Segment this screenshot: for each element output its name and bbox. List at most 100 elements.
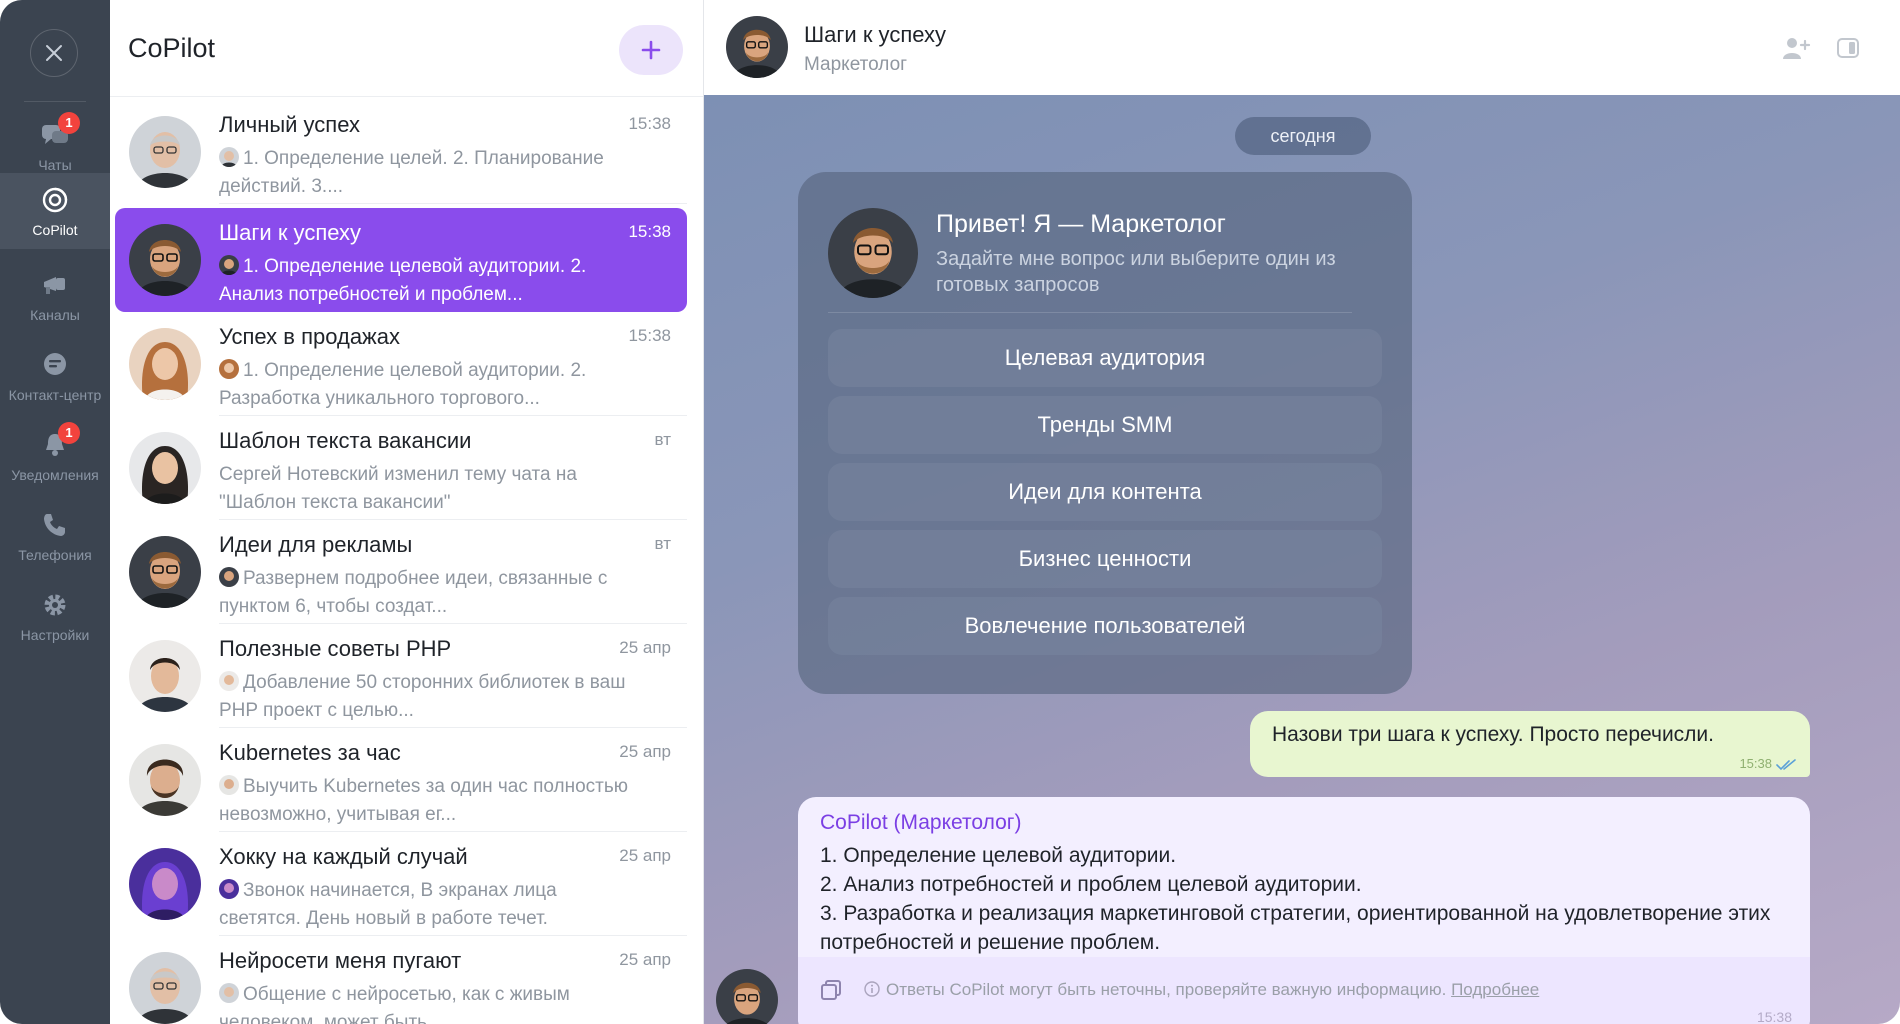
message-line: 3. Разработка и реализация маркетинговой… [820,902,1771,954]
mini-avatar [219,567,239,587]
mini-avatar [219,255,239,275]
chat-list-panel: CoPilot Личный успех 15:38 1. Определени… [110,0,704,1024]
chat-name: Идеи для рекламы [219,532,413,557]
add-user-button[interactable] [1780,32,1812,64]
chat-preview: 1. Определение целевой аудитории. 2. Раз… [219,357,639,413]
rail-label-telephony: Телефония [18,546,92,563]
chat-time: 15:38 [628,326,671,345]
avatar [828,208,918,298]
rail-item-settings[interactable]: Настройки [0,578,110,654]
chat-list-item[interactable]: Идеи для рекламы вт Развернем подробнее … [115,520,687,624]
copy-icon[interactable] [820,979,842,1001]
rail-item-copilot[interactable]: CoPilot [0,173,110,249]
message-area[interactable]: сегодня Привет! Я — Маркетолог Задайте м… [704,95,1900,1024]
disclaimer-text: Ответы CoPilot могут быть неточны, прове… [886,980,1447,999]
close-button[interactable] [30,29,78,77]
rail-item-channels[interactable]: Каналы [0,258,110,334]
avatar [129,744,201,816]
avatar [129,432,201,504]
rail-label-notifications: Уведомления [11,466,99,483]
avatar [129,224,201,296]
chat-preview: 1. Определение целей. 2. Планирование де… [219,145,639,201]
chat-name: Шаблон текста вакансии [219,428,472,453]
chat-preview-text: Общение с нейросетью, как с живым челове… [219,984,570,1024]
avatar [129,848,201,920]
incoming-message[interactable]: CoPilot (Маркетолог) 1. Определение целе… [798,797,1810,1024]
message-time: 15:38 [1756,1009,1792,1024]
prompt-button-smm-trends[interactable]: Тренды SMM [828,396,1382,454]
rail-divider [24,101,86,102]
chat-bubbles-icon: 1 [40,111,80,150]
date-separator: сегодня [1235,117,1371,155]
chat-list-item[interactable]: Шаблон текста вакансии вт Сергей Нотевск… [115,416,687,520]
rail-label-settings: Настройки [20,626,90,643]
chat-time: 25 апр [619,742,671,761]
welcome-title: Привет! Я — Маркетолог [936,210,1226,238]
close-icon [46,45,62,61]
rail-item-telephony[interactable]: Телефония [0,498,110,574]
left-rail: 1 Чаты CoPilot Каналы Контакт-центр 1 Ув… [0,0,110,1024]
avatar [716,969,778,1024]
avatar [129,116,201,188]
prompt-button-user-engagement[interactable]: Вовлечение пользователей [828,597,1382,655]
prompt-button-target-audience[interactable]: Целевая аудитория [828,329,1382,387]
side-panel-toggle-button[interactable] [1832,32,1864,64]
chat-time: 15:38 [628,222,671,241]
chat-preview-text: Добавление 50 сторонних библиотек в ваш … [219,672,626,721]
chat-list-item[interactable]: Нейросети меня пугают 25 апр Общение с н… [115,936,687,1024]
rail-label-copilot: CoPilot [32,221,78,238]
chat-name: Kubernetes за час [219,740,401,765]
chat-preview: Общение с нейросетью, как с живым челове… [219,981,639,1024]
chat-list-item[interactable]: Хокку на каждый случай 25 апр Звонок нач… [115,832,687,936]
message-time: 15:38 [1739,756,1772,771]
message-author: CoPilot (Маркетолог) [820,811,1022,834]
chat-time: вт [654,534,671,553]
outgoing-message-text: Назови три шага к успеху. Просто перечис… [1272,723,1714,746]
plus-icon [641,40,661,60]
chat-preview: Развернем подробнее идеи, связанные с пу… [219,565,639,621]
chat-list-item[interactable]: Личный успех 15:38 1. Определение целей.… [115,100,687,204]
outgoing-message[interactable]: Назови три шага к успеху. Просто перечис… [1250,711,1810,777]
gear-icon [40,590,70,620]
chat-list-item[interactable]: Kubernetes за час 25 апр Выучить Kuberne… [115,728,687,832]
prompt-button-content-ideas[interactable]: Идеи для контента [828,463,1382,521]
chat-list-header: CoPilot [110,0,703,97]
bell-icon: 1 [40,421,80,460]
avatar[interactable] [726,16,788,78]
rail-label-contact-center: Контакт-центр [8,386,102,403]
chat-name: Полезные советы PHP [219,636,452,661]
prompt-button-business-values[interactable]: Бизнес ценности [828,530,1382,588]
rail-item-contact-center[interactable]: Контакт-центр [0,338,110,414]
megaphone-icon [40,270,70,300]
divider [219,203,687,204]
double-check-icon [1776,759,1796,771]
chat-list-item[interactable]: Полезные советы PHP 25 апр Добавление 50… [115,624,687,728]
mini-avatar [219,671,239,691]
conversation-subtitle: Маркетолог [804,54,908,75]
rail-label-chats: Чаты [38,156,72,173]
chat-preview: Сергей Нотевский изменил тему чата на "Ш… [219,464,577,513]
chat-time: 25 апр [619,950,671,969]
welcome-card: Привет! Я — Маркетолог Задайте мне вопро… [798,172,1412,694]
chat-list-item-active[interactable]: Шаги к успеху 15:38 1. Определение целев… [115,208,687,312]
chat-preview: Добавление 50 сторонних библиотек в ваш … [219,669,639,725]
incoming-message-text: 1. Определение целевой аудитории. 2. Ана… [820,841,1780,957]
chat-preview-text: 1. Определение целевой аудитории. 2. Ана… [219,256,587,305]
message-line: 1. Определение целевой аудитории. [820,844,1177,867]
notifications-badge: 1 [58,421,80,444]
more-link[interactable]: Подробнее [1451,980,1539,999]
contact-center-icon [40,350,70,380]
avatar [129,640,201,712]
chat-preview-text: Развернем подробнее идеи, связанные с пу… [219,568,608,617]
rail-item-notifications[interactable]: 1 Уведомления [0,418,110,494]
chat-name: Успех в продажах [219,324,401,349]
welcome-subtitle: Задайте мне вопрос или выберите один из … [936,248,1336,296]
chat-list-item[interactable]: Успех в продажах 15:38 1. Определение це… [115,312,687,416]
avatar [129,952,201,1024]
chat-time: 15:38 [628,114,671,133]
rail-label-channels: Каналы [30,306,80,323]
new-chat-button[interactable] [619,25,683,75]
chat-time: 25 апр [619,638,671,657]
chat-name: Шаги к успеху [219,220,361,245]
chat-time: вт [654,430,671,449]
